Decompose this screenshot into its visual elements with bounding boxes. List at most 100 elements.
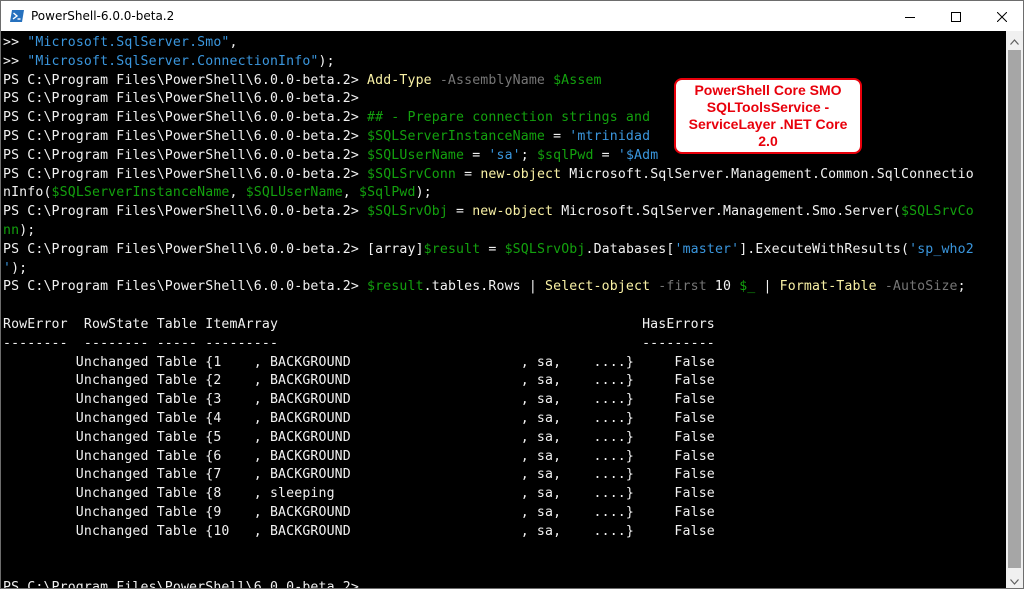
console-token: Unchanged Table {1 , BACKGROUND , sa, ..… xyxy=(3,354,715,370)
scroll-down-button[interactable] xyxy=(1006,571,1023,588)
console-token: "Microsoft.SqlServer.ConnectionInfo" xyxy=(27,53,319,69)
console-token: ); xyxy=(318,53,335,69)
console-token: $result xyxy=(423,241,481,257)
console-token: Unchanged Table {7 , BACKGROUND , sa, ..… xyxy=(3,467,715,483)
console-token: Format-Table xyxy=(779,279,877,295)
console-token: $SQLSrvObj xyxy=(504,241,586,257)
console-token: = xyxy=(464,147,489,163)
console-token: ; xyxy=(520,147,537,163)
console-token: Unchanged Table {10 , BACKGROUND , sa, .… xyxy=(3,523,715,539)
console-token: "Microsoft.SqlServer.Smo" xyxy=(27,35,230,50)
console-token: >> xyxy=(3,35,28,50)
console-line: PS C:\Program Files\PowerShell\6.0.0-bet… xyxy=(3,108,650,127)
console-line: Unchanged Table {3 , BACKGROUND , sa, ..… xyxy=(3,390,715,409)
console-token: PS C:\Program Files\PowerShell\6.0.0-bet… xyxy=(3,129,368,144)
annotation-callout: PowerShell Core SMO SQLToolsService - Se… xyxy=(674,78,862,154)
console-token: ); xyxy=(415,185,432,201)
console-line: Unchanged Table {10 , BACKGROUND , sa, .… xyxy=(3,522,715,541)
console-token: | xyxy=(755,279,780,295)
window-title: PowerShell-6.0.0-beta.2 xyxy=(31,9,175,23)
console-token: Unchanged Table {5 , BACKGROUND , sa, ..… xyxy=(3,429,715,445)
console-token: nn xyxy=(3,223,20,238)
console-token: Unchanged Table {8 , sleeping , sa, ....… xyxy=(3,486,715,502)
console-token: ); xyxy=(19,223,36,238)
console-token: Microsoft.SqlServer.Management.Common.Sq… xyxy=(561,166,974,182)
console-token: -------- -------- ----- --------- ------… xyxy=(3,335,715,351)
console-line: PS C:\Program Files\PowerShell\6.0.0-bet… xyxy=(3,165,974,184)
console-token: = xyxy=(447,204,473,220)
console-token: Unchanged Table {4 , BACKGROUND , sa, ..… xyxy=(3,411,715,426)
console-line: >> "Microsoft.SqlServer.ConnectionInfo")… xyxy=(3,52,335,71)
console-token: $SQLSrvCo xyxy=(900,204,974,220)
console-line: nInfo($SQLServerInstanceName, $SQLUserNa… xyxy=(3,183,432,202)
console-token: .tables.Rows | xyxy=(423,279,546,295)
maximize-icon xyxy=(951,7,961,26)
console-token: nInfo( xyxy=(3,185,52,201)
console-token: PS C:\Program Files\PowerShell\6.0.0-bet… xyxy=(3,72,368,88)
console-line: PS C:\Program Files\PowerShell\6.0.0-bet… xyxy=(3,146,658,165)
console-token: PS C:\Program Files\PowerShell\6.0.0-bet… xyxy=(3,166,368,182)
console-token: Add-Type xyxy=(367,72,432,88)
console-token: $result xyxy=(367,279,424,295)
console-token: , xyxy=(229,35,238,50)
console-line: Unchanged Table {2 , BACKGROUND , sa, ..… xyxy=(3,371,715,390)
console-token: , xyxy=(342,185,359,201)
console-token: PS C:\Program Files\PowerShell\6.0.0-bet… xyxy=(3,91,359,107)
console-token: -AssemblyName xyxy=(431,72,554,88)
console-token: -AutoSize xyxy=(876,279,958,295)
console-token: ' xyxy=(3,260,12,276)
console-line: '); xyxy=(3,259,27,278)
console-line: PS C:\Program Files\PowerShell\6.0.0-bet… xyxy=(3,578,375,588)
console-line: PS C:\Program Files\PowerShell\6.0.0-bet… xyxy=(3,127,650,146)
console-token: $sqlPwd xyxy=(536,147,594,163)
console-token: $Assem xyxy=(553,72,602,88)
console-token: new-object xyxy=(480,166,562,182)
console-token: ; xyxy=(957,279,966,295)
console-line: nn); xyxy=(3,221,35,240)
console-token: Unchanged Table {9 , BACKGROUND , sa, ..… xyxy=(3,505,715,520)
console-token: ); xyxy=(11,260,28,276)
console-line: PS C:\Program Files\PowerShell\6.0.0-bet… xyxy=(3,277,966,296)
console-token: RowError RowState Table ItemArray HasErr… xyxy=(3,317,715,332)
close-button[interactable] xyxy=(979,1,1024,31)
console-token: ## - Prepare connection strings and xyxy=(367,110,651,126)
console-token: $SQLUserName xyxy=(367,147,465,163)
console-token: 'sa' xyxy=(488,147,521,163)
console-token: PS C:\Program Files\PowerShell\6.0.0-bet… xyxy=(3,279,368,295)
console-token: Select-object xyxy=(545,279,651,295)
console-line: Unchanged Table {8 , sleeping , sa, ....… xyxy=(3,484,715,503)
arrow-down-icon xyxy=(1010,570,1019,589)
scrollbar-thumb[interactable] xyxy=(1008,50,1021,568)
console-token: $SQLSrvConn xyxy=(367,166,457,182)
close-icon xyxy=(996,7,1008,26)
console-token: Unchanged Table {2 , BACKGROUND , sa, ..… xyxy=(3,373,715,389)
console-token: PS C:\Program Files\PowerShell\6.0.0-bet… xyxy=(3,147,368,163)
console-token: Unchanged Table {3 , BACKGROUND , sa, ..… xyxy=(3,392,715,408)
title-bar[interactable]: PowerShell-6.0.0-beta.2 xyxy=(1,1,1023,31)
console-line: PS C:\Program Files\PowerShell\6.0.0-bet… xyxy=(3,240,974,259)
console-token: 10 xyxy=(714,279,740,295)
console-token: = xyxy=(456,166,481,182)
scroll-up-button[interactable] xyxy=(1006,31,1023,48)
powershell-icon xyxy=(9,8,25,24)
console-token: ].ExecuteWithResults( xyxy=(739,241,910,257)
console-token: >> xyxy=(3,53,28,69)
vertical-scrollbar[interactable] xyxy=(1006,31,1023,588)
console-line: -------- -------- ----- --------- ------… xyxy=(3,334,715,353)
console-token: $SQLServerInstanceName xyxy=(51,185,230,201)
minimize-button[interactable] xyxy=(887,1,933,31)
console-line: Unchanged Table {9 , BACKGROUND , sa, ..… xyxy=(3,503,715,522)
callout-text: PowerShell Core SMO SQLToolsService - Se… xyxy=(688,82,848,149)
powershell-window: PowerShell-6.0.0-beta.2 >> "Microsoft.Sq… xyxy=(0,0,1024,589)
console-line: Unchanged Table {4 , BACKGROUND , sa, ..… xyxy=(3,409,715,428)
console-line: Unchanged Table {5 , BACKGROUND , sa, ..… xyxy=(3,428,715,447)
console-line: RowError RowState Table ItemArray HasErr… xyxy=(3,315,715,334)
console-line: PS C:\Program Files\PowerShell\6.0.0-bet… xyxy=(3,89,359,108)
console-token: [array] xyxy=(367,241,424,257)
arrow-up-icon xyxy=(1010,30,1019,49)
console-token: PS C:\Program Files\PowerShell\6.0.0-bet… xyxy=(3,580,368,588)
console-token: 'sp_who2 xyxy=(909,241,974,257)
console-token: '$Adm xyxy=(617,147,659,163)
maximize-button[interactable] xyxy=(933,1,979,31)
console-token: Unchanged Table {6 , BACKGROUND , sa, ..… xyxy=(3,448,715,464)
